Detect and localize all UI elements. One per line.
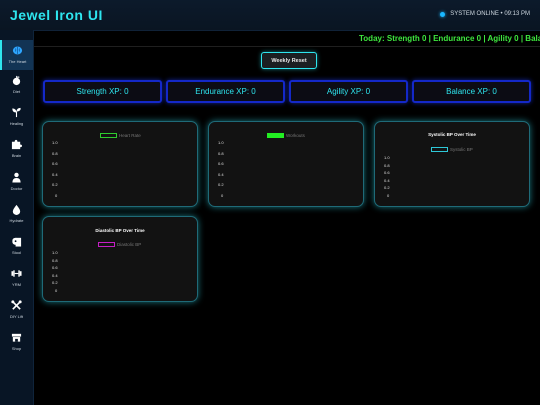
nav-label: Stool bbox=[11, 250, 22, 255]
status-text: SYSTEM ONLINE • 09:13 PM bbox=[450, 11, 530, 17]
nav-item-hydrate[interactable]: Hydrate bbox=[0, 199, 33, 229]
nav-item-diet[interactable]: Diet bbox=[0, 70, 33, 100]
nav-label: Diet bbox=[12, 89, 21, 94]
nav-label: Brain bbox=[11, 153, 22, 158]
y-tick: 1.0 bbox=[52, 140, 58, 145]
chart-legend[interactable]: Diastolic BP bbox=[98, 242, 141, 247]
y-tick: 0.4 bbox=[52, 272, 58, 278]
chart-title: Diastolic BP Over Time bbox=[95, 228, 145, 233]
heart-rate-chart: Heart Rate 1.0 0.8 0.6 0.4 0.2 0 bbox=[42, 121, 198, 207]
weekly-reset-button[interactable]: Weekly Reset bbox=[261, 52, 317, 69]
y-tick: 0.4 bbox=[384, 177, 390, 183]
apple-icon bbox=[12, 75, 21, 86]
y-tick: 0.6 bbox=[52, 161, 58, 166]
y-tick: 0.6 bbox=[218, 161, 224, 166]
system-status: SYSTEM ONLINE • 09:13 PM bbox=[440, 11, 530, 17]
legend-swatch bbox=[267, 133, 284, 138]
y-tick: 0.2 bbox=[218, 182, 224, 187]
nav-item-healing[interactable]: Healing bbox=[0, 102, 33, 132]
nav-item-shop[interactable]: Shop bbox=[0, 327, 33, 357]
y-tick: 0 bbox=[55, 287, 58, 293]
y-tick: 0.4 bbox=[218, 171, 224, 177]
nav-item-doctor[interactable]: Doctor bbox=[0, 167, 33, 197]
droplet-icon bbox=[12, 204, 21, 215]
y-tick: 0.8 bbox=[384, 162, 390, 168]
agility-xp-card: Agility XP: 0 bbox=[289, 80, 408, 103]
y-tick: 0.8 bbox=[52, 150, 58, 156]
ticker-text: Today: Strength 0 | Endurance 0 | Agilit… bbox=[359, 34, 540, 43]
top-bar: Jewel Iron UI SYSTEM ONLINE • 09:13 PM bbox=[0, 0, 540, 31]
store-icon bbox=[11, 333, 22, 342]
legend-label: Systolic BP bbox=[450, 147, 473, 152]
dumbbell-icon bbox=[11, 270, 22, 277]
y-tick: 0.2 bbox=[52, 182, 58, 187]
legend-swatch bbox=[98, 242, 115, 247]
chart-legend[interactable]: Workouts bbox=[267, 133, 305, 138]
nav-label: YRM bbox=[12, 282, 21, 287]
brain-icon bbox=[12, 46, 23, 55]
puzzle-icon bbox=[11, 139, 22, 150]
legend-label: Heart Rate bbox=[119, 133, 141, 138]
nav-item-the-heart[interactable]: The Heart bbox=[0, 40, 33, 70]
doctor-icon bbox=[12, 172, 21, 183]
y-tick: 0 bbox=[387, 192, 390, 198]
status-dot-icon bbox=[440, 11, 446, 17]
nav-label: Hydrate bbox=[9, 218, 24, 223]
sprout-icon bbox=[12, 107, 21, 118]
chart-title: Systolic BP Over Time bbox=[428, 132, 476, 137]
y-tick: 0.6 bbox=[52, 265, 58, 270]
nav-label: The Heart bbox=[8, 59, 27, 64]
diastolic-bp-chart: Diastolic BP Over Time Diastolic BP 1.0 … bbox=[42, 216, 198, 302]
y-tick: 1.0 bbox=[52, 250, 58, 255]
y-tick: 0.4 bbox=[52, 171, 58, 177]
nav-item-yrm[interactable]: YRM bbox=[0, 263, 33, 293]
sidebar: The Heart Diet Healing Brain Doctor Hydr… bbox=[0, 30, 34, 405]
daily-ticker: Today: Strength 0 | Endurance 0 | Agilit… bbox=[34, 30, 540, 47]
legend-swatch bbox=[100, 133, 117, 138]
nav-label: Doctor bbox=[10, 186, 23, 191]
workouts-chart: Workouts 1.0 0.8 0.6 0.4 0.2 0 bbox=[208, 121, 364, 207]
endurance-xp-card: Endurance XP: 0 bbox=[166, 80, 285, 103]
nav-label: DIY Lift bbox=[9, 314, 24, 319]
nav-label: Healing bbox=[9, 121, 24, 126]
chart-legend[interactable]: Systolic BP bbox=[431, 147, 473, 152]
nav-item-diy-lift[interactable]: DIY Lift bbox=[0, 295, 33, 325]
legend-label: Diastolic BP bbox=[117, 242, 142, 247]
nav-item-brain[interactable]: Brain bbox=[0, 134, 33, 164]
systolic-bp-chart: Systolic BP Over Time Systolic BP 1.0 0.… bbox=[374, 121, 530, 207]
y-tick: 0.2 bbox=[52, 280, 58, 285]
chart-legend[interactable]: Heart Rate bbox=[100, 133, 141, 138]
y-tick: 0 bbox=[55, 193, 58, 198]
y-tick: 0.8 bbox=[52, 257, 58, 263]
y-tick: 0.6 bbox=[384, 170, 390, 175]
y-tick: 0 bbox=[221, 193, 224, 198]
y-tick: 1.0 bbox=[218, 140, 224, 145]
strength-xp-card: Strength XP: 0 bbox=[43, 80, 162, 103]
nav-label: Shop bbox=[11, 346, 22, 351]
legend-label: Workouts bbox=[286, 133, 305, 138]
legend-swatch bbox=[431, 147, 448, 152]
y-tick: 0.2 bbox=[384, 185, 390, 190]
tools-icon bbox=[11, 300, 22, 310]
balance-xp-card: Balance XP: 0 bbox=[412, 80, 531, 103]
y-tick: 0.8 bbox=[218, 150, 224, 156]
y-tick: 1.0 bbox=[384, 155, 390, 160]
app-title: Jewel Iron UI bbox=[10, 7, 103, 23]
nav-item-stool[interactable]: Stool bbox=[0, 231, 33, 261]
toilet-paper-icon bbox=[12, 237, 22, 247]
